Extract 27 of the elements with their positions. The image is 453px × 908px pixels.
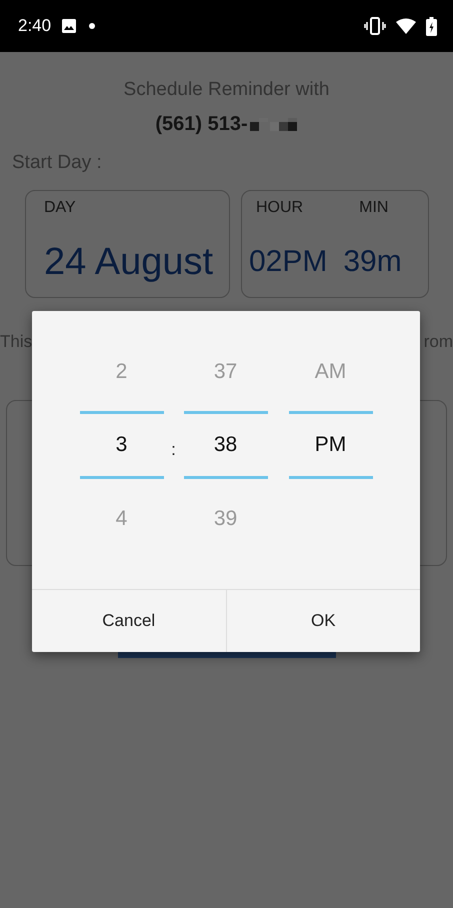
status-time: 2:40 [18,16,52,36]
cancel-button[interactable]: Cancel [32,590,226,652]
image-icon [61,18,78,34]
battery-icon [426,16,437,36]
hour-value: 02PM [249,245,328,279]
day-label: DAY [44,199,77,217]
time-card[interactable]: HOUR MIN 02PM 39m [241,190,429,298]
minute-value: 39m [343,245,402,279]
day-value: 24 August [44,241,214,284]
time-separator: : [170,440,177,460]
pixelated-redaction-drawing [250,118,298,132]
picker-value[interactable]: 39 [184,479,268,558]
picker-value[interactable]: 4 [80,479,164,558]
ok-button[interactable]: OK [226,590,420,652]
picker-value[interactable]: PM [288,411,372,479]
picker-value[interactable]: 3 [80,411,164,479]
day-card[interactable]: DAY 24 August [25,190,230,298]
picker-value[interactable]: 37 [184,338,268,405]
phone-number: (561) 513- [155,113,248,136]
min-label: MIN [359,199,388,217]
vibrate-icon [364,17,386,35]
wifi-icon [396,18,416,34]
picker-value[interactable]: 38 [184,411,268,479]
picker-value[interactable]: 2 [80,338,164,405]
hour-label: HOUR [256,199,304,217]
picker-value[interactable]: AM [288,338,372,405]
dot-icon [89,23,96,29]
